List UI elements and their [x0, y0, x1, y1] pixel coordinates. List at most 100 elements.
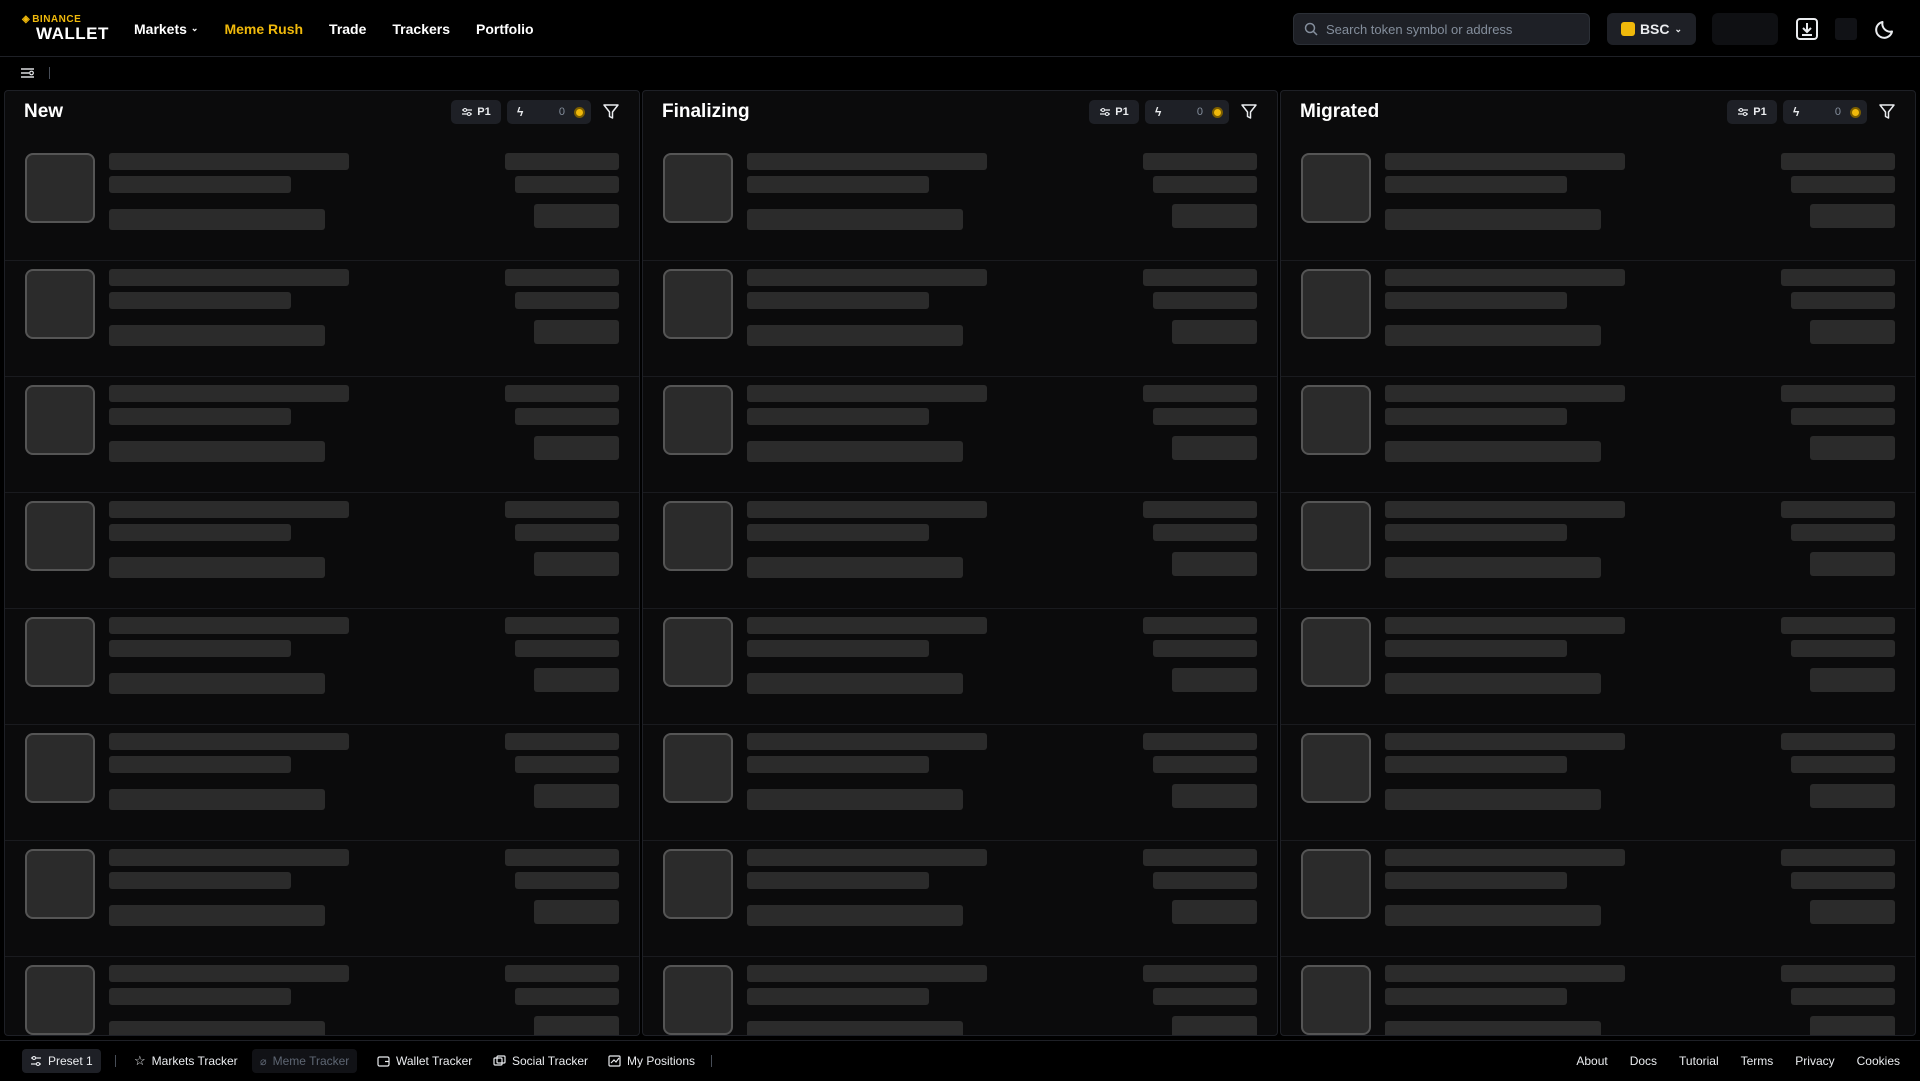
moon-icon[interactable]: [1873, 17, 1897, 41]
nav-trackers[interactable]: Trackers: [392, 21, 450, 37]
token-row-skeleton[interactable]: [5, 493, 639, 609]
buy-button-skeleton: [1810, 552, 1895, 576]
column-migrated: Migrated P1 ϟ 0: [1280, 90, 1916, 1036]
search-box[interactable]: [1293, 13, 1590, 45]
token-name-skeleton: [1385, 153, 1625, 170]
token-name-skeleton: [109, 153, 349, 170]
token-row-skeleton[interactable]: [5, 725, 639, 841]
download-icon[interactable]: [1794, 16, 1820, 42]
filter-icon[interactable]: [601, 102, 621, 122]
sliders-icon: [462, 108, 473, 116]
nav-trade[interactable]: Trade: [329, 21, 366, 37]
token-row-skeleton[interactable]: [5, 841, 639, 957]
chain-selector[interactable]: BSC ⌄: [1607, 13, 1696, 45]
buy-button-skeleton: [1810, 204, 1895, 228]
token-name-skeleton: [747, 965, 987, 982]
token-row-skeleton[interactable]: [1281, 377, 1915, 493]
footer-link-privacy[interactable]: Privacy: [1795, 1054, 1834, 1068]
token-mc-skeleton: [1781, 153, 1895, 170]
chevron-down-icon: ⌄: [1674, 23, 1683, 34]
token-mc-skeleton: [1143, 733, 1257, 750]
buy-button-skeleton: [534, 1016, 619, 1035]
token-meta-skeleton: [1385, 640, 1567, 657]
filter-icon[interactable]: [1877, 102, 1897, 122]
token-row-skeleton[interactable]: [643, 725, 1277, 841]
footer-link-cookies[interactable]: Cookies: [1857, 1054, 1900, 1068]
token-name-skeleton: [747, 269, 987, 286]
wallet-tracker-tab[interactable]: Wallet Tracker: [369, 1049, 480, 1073]
token-vol-skeleton: [1153, 988, 1257, 1005]
lightning-icon: ϟ: [517, 105, 524, 119]
nav-markets[interactable]: Markets ⌄: [134, 21, 198, 37]
nav-portfolio[interactable]: Portfolio: [476, 21, 534, 37]
token-stats-skeleton: [747, 905, 963, 926]
bnb-coin-icon: [1850, 106, 1861, 118]
token-row-skeleton[interactable]: [5, 261, 639, 377]
token-row-skeleton[interactable]: [643, 145, 1277, 261]
token-row-skeleton[interactable]: [643, 377, 1277, 493]
preset-chip[interactable]: P1: [1727, 100, 1777, 124]
token-row-skeleton[interactable]: [643, 609, 1277, 725]
quick-buy-chip[interactable]: ϟ0: [1145, 100, 1229, 124]
token-row-skeleton[interactable]: [1281, 725, 1915, 841]
search-input[interactable]: [1326, 21, 1576, 37]
preset-label: Preset 1: [48, 1054, 93, 1068]
token-stats-skeleton: [1385, 557, 1601, 578]
token-row-skeleton[interactable]: [5, 145, 639, 261]
connect-wallet-placeholder[interactable]: [1712, 13, 1778, 45]
token-row-skeleton[interactable]: [643, 841, 1277, 957]
buy-button-skeleton: [1172, 204, 1257, 228]
token-vol-skeleton: [1153, 176, 1257, 193]
binance-wallet-logo[interactable]: ◈ BINANCE WALLET: [22, 15, 108, 45]
token-meta-skeleton: [109, 524, 291, 541]
token-row-skeleton[interactable]: [1281, 957, 1915, 1035]
preset-chip[interactable]: P1: [451, 100, 501, 124]
buy-button-skeleton: [1810, 1016, 1895, 1035]
markets-tracker-tab[interactable]: ☆ Markets Tracker: [126, 1049, 246, 1073]
token-meta-skeleton: [1385, 292, 1567, 309]
token-row-skeleton[interactable]: [643, 261, 1277, 377]
social-tracker-tab[interactable]: Social Tracker: [485, 1049, 596, 1073]
my-positions-tab[interactable]: My Positions: [600, 1049, 703, 1073]
token-row-skeleton[interactable]: [1281, 841, 1915, 957]
nav-meme-rush[interactable]: Meme Rush: [224, 21, 303, 37]
preset-button[interactable]: Preset 1: [22, 1049, 101, 1073]
token-name-skeleton: [747, 153, 987, 170]
token-row-skeleton[interactable]: [1281, 493, 1915, 609]
token-meta-skeleton: [747, 988, 929, 1005]
token-meta-skeleton: [109, 176, 291, 193]
quick-buy-chip[interactable]: ϟ0: [1783, 100, 1867, 124]
filter-icon[interactable]: [1239, 102, 1259, 122]
token-row-skeleton[interactable]: [643, 957, 1277, 1035]
footer-link-terms[interactable]: Terms: [1741, 1054, 1774, 1068]
token-row-skeleton[interactable]: [1281, 145, 1915, 261]
wallet-icon: [377, 1055, 390, 1067]
token-row-skeleton[interactable]: [1281, 609, 1915, 725]
footer-link-docs[interactable]: Docs: [1630, 1054, 1657, 1068]
token-stats-skeleton: [109, 209, 325, 230]
account-placeholder[interactable]: [1835, 18, 1857, 40]
preset-chip[interactable]: P1: [1089, 100, 1139, 124]
token-stats-skeleton: [109, 325, 325, 346]
layout-settings-icon[interactable]: [20, 67, 35, 79]
token-avatar-skeleton: [1301, 617, 1371, 687]
token-row-skeleton[interactable]: [1281, 261, 1915, 377]
token-mc-skeleton: [1781, 385, 1895, 402]
footer-link-about[interactable]: About: [1576, 1054, 1607, 1068]
token-row-skeleton[interactable]: [5, 609, 639, 725]
token-avatar-skeleton: [663, 269, 733, 339]
meme-tracker-tab[interactable]: ⌀ Meme Tracker: [252, 1049, 358, 1073]
token-row-skeleton[interactable]: [5, 957, 639, 1035]
token-avatar-skeleton: [1301, 965, 1371, 1035]
chain-label: BSC: [1639, 21, 1670, 37]
quick-buy-chip[interactable]: ϟ0: [507, 100, 591, 124]
token-row-skeleton[interactable]: [643, 493, 1277, 609]
footer-link-tutorial[interactable]: Tutorial: [1679, 1054, 1719, 1068]
token-name-skeleton: [747, 617, 987, 634]
buy-button-skeleton: [534, 552, 619, 576]
buy-button-skeleton: [534, 900, 619, 924]
token-name-skeleton: [109, 617, 349, 634]
token-row-skeleton[interactable]: [5, 377, 639, 493]
token-avatar-skeleton: [25, 733, 95, 803]
token-mc-skeleton: [1781, 501, 1895, 518]
